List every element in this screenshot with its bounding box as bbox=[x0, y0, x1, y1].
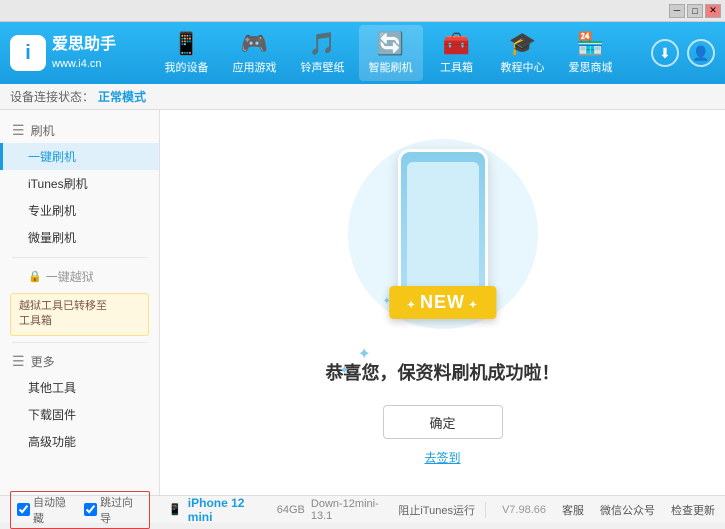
sidebar-divider-1 bbox=[12, 257, 147, 258]
content-area: ✦ ✦ ✦ NEW 恭喜您，保资料刷机成功啦！ 确定 去签到 bbox=[160, 110, 725, 495]
my-device-icon: 📱 bbox=[173, 31, 200, 57]
logo-sub: www.i4.cn bbox=[52, 57, 116, 72]
sparkle-1: ✦ bbox=[358, 346, 371, 363]
nav-items: 📱 我的设备 🎮 应用游戏 🎵 铃声壁纸 🔄 智能刷机 🧰 工具箱 🎓 教程中心… bbox=[136, 25, 641, 81]
goto-daily-link[interactable]: 去签到 bbox=[424, 449, 460, 466]
device-model: Down-12mini-13.1 bbox=[311, 498, 398, 522]
success-illustration: ✦ ✦ ✦ NEW bbox=[343, 139, 543, 339]
status-label: 设备连接状态： bbox=[10, 88, 94, 105]
nav-app-game-label: 应用游戏 bbox=[233, 59, 277, 75]
flash-section-label: 刷机 bbox=[31, 122, 55, 139]
nav-ringtone[interactable]: 🎵 铃声壁纸 bbox=[291, 25, 355, 81]
status-bar: 设备连接状态： 正常模式 bbox=[0, 84, 725, 110]
logo-text: 爱思助手 www.i4.cn bbox=[52, 34, 116, 72]
sidebar-section-more[interactable]: ☰ 更多 bbox=[0, 349, 159, 374]
tutorial-icon: 🎓 bbox=[509, 31, 536, 57]
bottom-bar: 自动隐藏 跳过向导 📱 iPhone 12 mini 64GB Down-12m… bbox=[0, 495, 725, 523]
sparkle-2: ✦ bbox=[339, 363, 349, 377]
device-capacity: 64GB bbox=[277, 504, 305, 516]
nav-app-game[interactable]: 🎮 应用游戏 bbox=[223, 25, 287, 81]
nav-smart-flash[interactable]: 🔄 智能刷机 bbox=[359, 25, 423, 81]
device-name: iPhone 12 mini bbox=[188, 496, 271, 524]
flash-section-icon: ☰ bbox=[12, 122, 25, 139]
nav-ringtone-label: 铃声壁纸 bbox=[301, 59, 345, 75]
ringtone-icon: 🎵 bbox=[309, 31, 336, 57]
phone-graphic bbox=[398, 149, 488, 309]
nav-my-device[interactable]: 📱 我的设备 bbox=[155, 25, 219, 81]
close-button[interactable]: ✕ bbox=[705, 4, 721, 18]
nav-my-device-label: 我的设备 bbox=[165, 59, 209, 75]
itunes-status: 阻止iTunes运行 bbox=[398, 502, 486, 518]
more-section-label: 更多 bbox=[31, 353, 55, 370]
nav-store[interactable]: 🏪 爱思商城 bbox=[559, 25, 623, 81]
check-update-link[interactable]: 检查更新 bbox=[671, 502, 715, 518]
sidebar-section-flash[interactable]: ☰ 刷机 bbox=[0, 118, 159, 143]
auto-hide-input[interactable] bbox=[17, 503, 30, 516]
sidebar-item-onekey-flash[interactable]: 一键刷机 bbox=[0, 143, 159, 170]
store-icon: 🏪 bbox=[577, 31, 604, 57]
sidebar-divider-2 bbox=[12, 342, 147, 343]
sidebar-section-jailbreak: 🔒 一键越狱 bbox=[0, 264, 159, 289]
logo-main: 爱思助手 bbox=[52, 34, 116, 56]
sidebar-item-download-firmware[interactable]: 下载固件 bbox=[0, 401, 159, 428]
header: i 爱思助手 www.i4.cn 📱 我的设备 🎮 应用游戏 🎵 铃声壁纸 🔄 … bbox=[0, 22, 725, 84]
wechat-link[interactable]: 微信公众号 bbox=[600, 502, 655, 518]
auto-hide-label: 自动隐藏 bbox=[33, 494, 76, 526]
minimize-button[interactable]: － bbox=[669, 4, 685, 18]
sidebar: ☰ 刷机 一键刷机 iTunes刷机 专业刷机 微量刷机 🔒 一键越狱 越狱工具… bbox=[0, 110, 160, 495]
sidebar-item-other-tools[interactable]: 其他工具 bbox=[0, 374, 159, 401]
jailbreak-label: 一键越狱 bbox=[46, 268, 94, 285]
sidebar-item-itunes-flash[interactable]: iTunes刷机 bbox=[0, 170, 159, 197]
version: V7.98.66 bbox=[502, 504, 546, 516]
new-ribbon: NEW bbox=[389, 286, 496, 319]
sidebar-item-advanced[interactable]: 高级功能 bbox=[0, 428, 159, 455]
logo-icon: i bbox=[10, 35, 46, 71]
skip-wizard-label: 跳过向导 bbox=[100, 494, 143, 526]
status-value: 正常模式 bbox=[98, 88, 146, 105]
nav-toolbox-label: 工具箱 bbox=[440, 59, 473, 75]
device-info: 📱 iPhone 12 mini 64GB Down-12mini-13.1 bbox=[168, 496, 398, 524]
smart-flash-icon: 🔄 bbox=[377, 31, 404, 57]
title-bar: － □ ✕ bbox=[0, 0, 725, 22]
logo: i 爱思助手 www.i4.cn bbox=[10, 34, 116, 72]
phone-screen bbox=[407, 162, 479, 291]
nav-toolbox[interactable]: 🧰 工具箱 bbox=[427, 25, 487, 81]
customer-service-link[interactable]: 客服 bbox=[562, 502, 584, 518]
maximize-button[interactable]: □ bbox=[687, 4, 703, 18]
lock-icon: 🔒 bbox=[28, 270, 42, 283]
skip-wizard-input[interactable] bbox=[84, 503, 97, 516]
confirm-button[interactable]: 确定 bbox=[383, 405, 503, 439]
sidebar-item-pro-flash[interactable]: 专业刷机 bbox=[0, 197, 159, 224]
nav-smart-flash-label: 智能刷机 bbox=[369, 59, 413, 75]
nav-right: ⬇ 👤 bbox=[651, 39, 715, 67]
more-section-icon: ☰ bbox=[12, 353, 25, 370]
app-game-icon: 🎮 bbox=[241, 31, 268, 57]
skip-wizard-checkbox[interactable]: 跳过向导 bbox=[84, 494, 143, 526]
user-button[interactable]: 👤 bbox=[687, 39, 715, 67]
auto-hide-checkbox[interactable]: 自动隐藏 bbox=[17, 494, 76, 526]
toolbox-icon: 🧰 bbox=[443, 31, 470, 57]
jailbreak-notice: 越狱工具已转移至工具箱 bbox=[10, 293, 149, 336]
main-layout: ☰ 刷机 一键刷机 iTunes刷机 专业刷机 微量刷机 🔒 一键越狱 越狱工具… bbox=[0, 110, 725, 495]
nav-tutorial[interactable]: 🎓 教程中心 bbox=[491, 25, 555, 81]
device-icon: 📱 bbox=[168, 503, 182, 516]
nav-tutorial-label: 教程中心 bbox=[501, 59, 545, 75]
download-button[interactable]: ⬇ bbox=[651, 39, 679, 67]
sidebar-item-micro-flash[interactable]: 微量刷机 bbox=[0, 224, 159, 251]
bottom-right: 阻止iTunes运行 V7.98.66 客服 微信公众号 检查更新 bbox=[398, 502, 715, 518]
phone-body bbox=[398, 149, 488, 304]
nav-store-label: 爱思商城 bbox=[569, 59, 613, 75]
